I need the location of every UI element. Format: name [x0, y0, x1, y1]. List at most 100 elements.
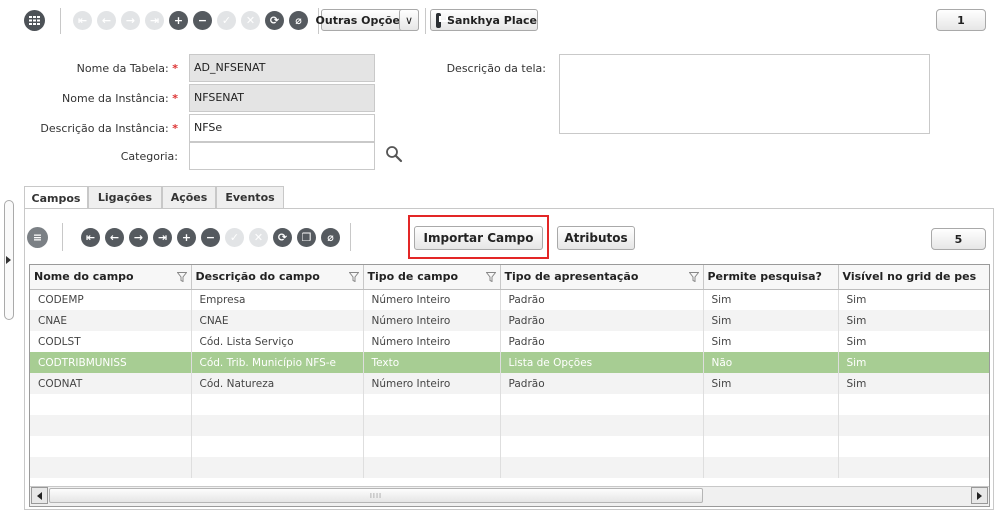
grid-table: Nome do campo Descrição do campo Tipo de… [30, 265, 989, 478]
empty-row [30, 436, 989, 457]
scroll-right-button[interactable] [971, 487, 988, 504]
remove-icon[interactable]: − [201, 228, 220, 247]
tab-campos[interactable]: Campos [24, 186, 88, 209]
scroll-right-icon [977, 491, 982, 500]
next-record-icon[interactable]: → [129, 228, 148, 247]
cell-field-type[interactable]: Número Inteiro [363, 331, 501, 352]
cell-presentation-type[interactable]: Padrão [500, 310, 704, 331]
cell-field-type[interactable]: Número Inteiro [363, 373, 501, 394]
cell-allows-search[interactable]: Sim [703, 331, 839, 352]
cell-field-type[interactable]: Número Inteiro [363, 310, 501, 331]
more-options-dropdown[interactable]: ∨ [399, 9, 419, 31]
cell-visible-in-grid[interactable]: Sim [838, 352, 989, 373]
category-field[interactable] [189, 142, 375, 170]
empty-row [30, 415, 989, 436]
cell-allows-search[interactable]: Não [703, 352, 839, 373]
scroll-grip: IIII [369, 491, 383, 500]
table-row[interactable]: CODLST Cód. Lista Serviço Número Inteiro… [30, 331, 989, 352]
cell-visible-in-grid[interactable]: Sim [838, 310, 989, 331]
empty-row [30, 457, 989, 478]
cell-allows-search[interactable]: Sim [703, 289, 839, 310]
table-row-selected[interactable]: CODTRIBMUNISS Cód. Trib. Município NFS-e… [30, 352, 989, 373]
previous-record-icon[interactable]: ← [105, 228, 124, 247]
confirm-icon[interactable]: ✓ [217, 11, 236, 30]
sankhya-place-button[interactable]: Sankhya Place [430, 9, 538, 31]
copy-icon[interactable]: ❐ [297, 228, 316, 247]
cell-presentation-type[interactable]: Padrão [500, 373, 704, 394]
remove-icon[interactable]: − [193, 11, 212, 30]
next-record-icon[interactable]: → [121, 11, 140, 30]
cell-visible-in-grid[interactable]: Sim [838, 289, 989, 310]
grid-menu-icon[interactable] [24, 10, 45, 31]
record-count: 5 [931, 228, 986, 250]
search-icon[interactable] [385, 145, 403, 163]
tab-acoes[interactable]: Ações [162, 186, 216, 208]
cell-field-description[interactable]: Cód. Trib. Município NFS-e [191, 352, 364, 373]
cell-field-name[interactable]: CODNAT [30, 373, 192, 394]
table-row[interactable]: CNAE CNAE Número Inteiro Padrão Sim Sim [30, 310, 989, 331]
previous-record-icon[interactable]: ← [97, 11, 116, 30]
cell-field-name[interactable]: CODEMP [30, 289, 192, 310]
cell-allows-search[interactable]: Sim [703, 373, 839, 394]
filter-icon [176, 272, 187, 282]
scroll-left-button[interactable] [31, 487, 48, 504]
last-record-icon[interactable]: ⇥ [153, 228, 172, 247]
scroll-thumb[interactable]: IIII [49, 488, 703, 503]
column-header[interactable]: Nome do campo [30, 265, 192, 290]
cell-field-type[interactable]: Texto [363, 352, 501, 373]
add-icon[interactable]: + [177, 228, 196, 247]
cell-field-name[interactable]: CODLST [30, 331, 192, 352]
screen-description-label: Descrição da tela: [446, 62, 546, 75]
add-icon[interactable]: + [169, 11, 188, 30]
filter-icon [485, 272, 496, 282]
cell-visible-in-grid[interactable]: Sim [838, 331, 989, 352]
column-header[interactable]: Permite pesquisa? [703, 265, 839, 290]
cell-field-name[interactable]: CNAE [30, 310, 192, 331]
confirm-icon[interactable]: ✓ [225, 228, 244, 247]
last-record-icon[interactable]: ⇥ [145, 11, 164, 30]
table-row[interactable]: CODNAT Cód. Natureza Número Inteiro Padr… [30, 373, 989, 394]
first-record-icon[interactable]: ⇤ [73, 11, 92, 30]
column-header[interactable]: Tipo de campo [363, 265, 501, 290]
cancel-icon[interactable]: ✕ [241, 11, 260, 30]
cell-presentation-type[interactable]: Padrão [500, 289, 704, 310]
instance-name-field[interactable]: NFSENAT [189, 84, 375, 112]
screen-description-field[interactable] [559, 54, 930, 134]
required-mark: * [172, 122, 178, 135]
refresh-icon[interactable]: ⟳ [273, 228, 292, 247]
cell-allows-search[interactable]: Sim [703, 310, 839, 331]
column-header[interactable]: Visível no grid de pes [838, 265, 989, 290]
first-record-icon[interactable]: ⇤ [81, 228, 100, 247]
cell-field-description[interactable]: Cód. Natureza [191, 373, 364, 394]
required-mark: * [172, 62, 178, 75]
attributes-button[interactable]: Atributos [557, 226, 635, 250]
required-mark: * [172, 92, 178, 105]
cell-field-description[interactable]: CNAE [191, 310, 364, 331]
table-name-label: Nome da Tabela: * [76, 62, 178, 75]
cell-field-name[interactable]: CODTRIBMUNISS [30, 352, 192, 373]
instance-description-label: Descrição da Instância: * [40, 122, 178, 135]
cell-field-description[interactable]: Empresa [191, 289, 364, 310]
table-row[interactable]: CODEMP Empresa Número Inteiro Padrão Sim… [30, 289, 989, 310]
cell-field-description[interactable]: Cód. Lista Serviço [191, 331, 364, 352]
cancel-icon[interactable]: ✕ [249, 228, 268, 247]
column-header[interactable]: Descrição do campo [191, 265, 364, 290]
column-header[interactable]: Tipo de apresentação [500, 265, 704, 290]
clip-icon[interactable]: ⌀ [289, 11, 308, 30]
collapse-arrow-icon[interactable] [6, 256, 11, 264]
clip-icon[interactable]: ⌀ [321, 228, 340, 247]
import-field-button[interactable]: Importar Campo [414, 226, 543, 250]
refresh-icon[interactable]: ⟳ [265, 11, 284, 30]
sankhya-place-label: Sankhya Place [447, 13, 537, 27]
cell-visible-in-grid[interactable]: Sim [838, 373, 989, 394]
menu-icon[interactable]: ≡ [27, 227, 48, 248]
tab-eventos[interactable]: Eventos [216, 186, 284, 208]
cell-presentation-type[interactable]: Lista de Opções [500, 352, 704, 373]
table-name-field[interactable]: AD_NFSENAT [189, 54, 375, 82]
grid-header-row: Nome do campo Descrição do campo Tipo de… [30, 265, 989, 290]
tab-ligacoes[interactable]: Ligações [88, 186, 162, 208]
instance-name-label: Nome da Instância: * [62, 92, 178, 105]
instance-description-field[interactable]: NFSe [189, 114, 375, 142]
cell-presentation-type[interactable]: Padrão [500, 331, 704, 352]
cell-field-type[interactable]: Número Inteiro [363, 289, 501, 310]
